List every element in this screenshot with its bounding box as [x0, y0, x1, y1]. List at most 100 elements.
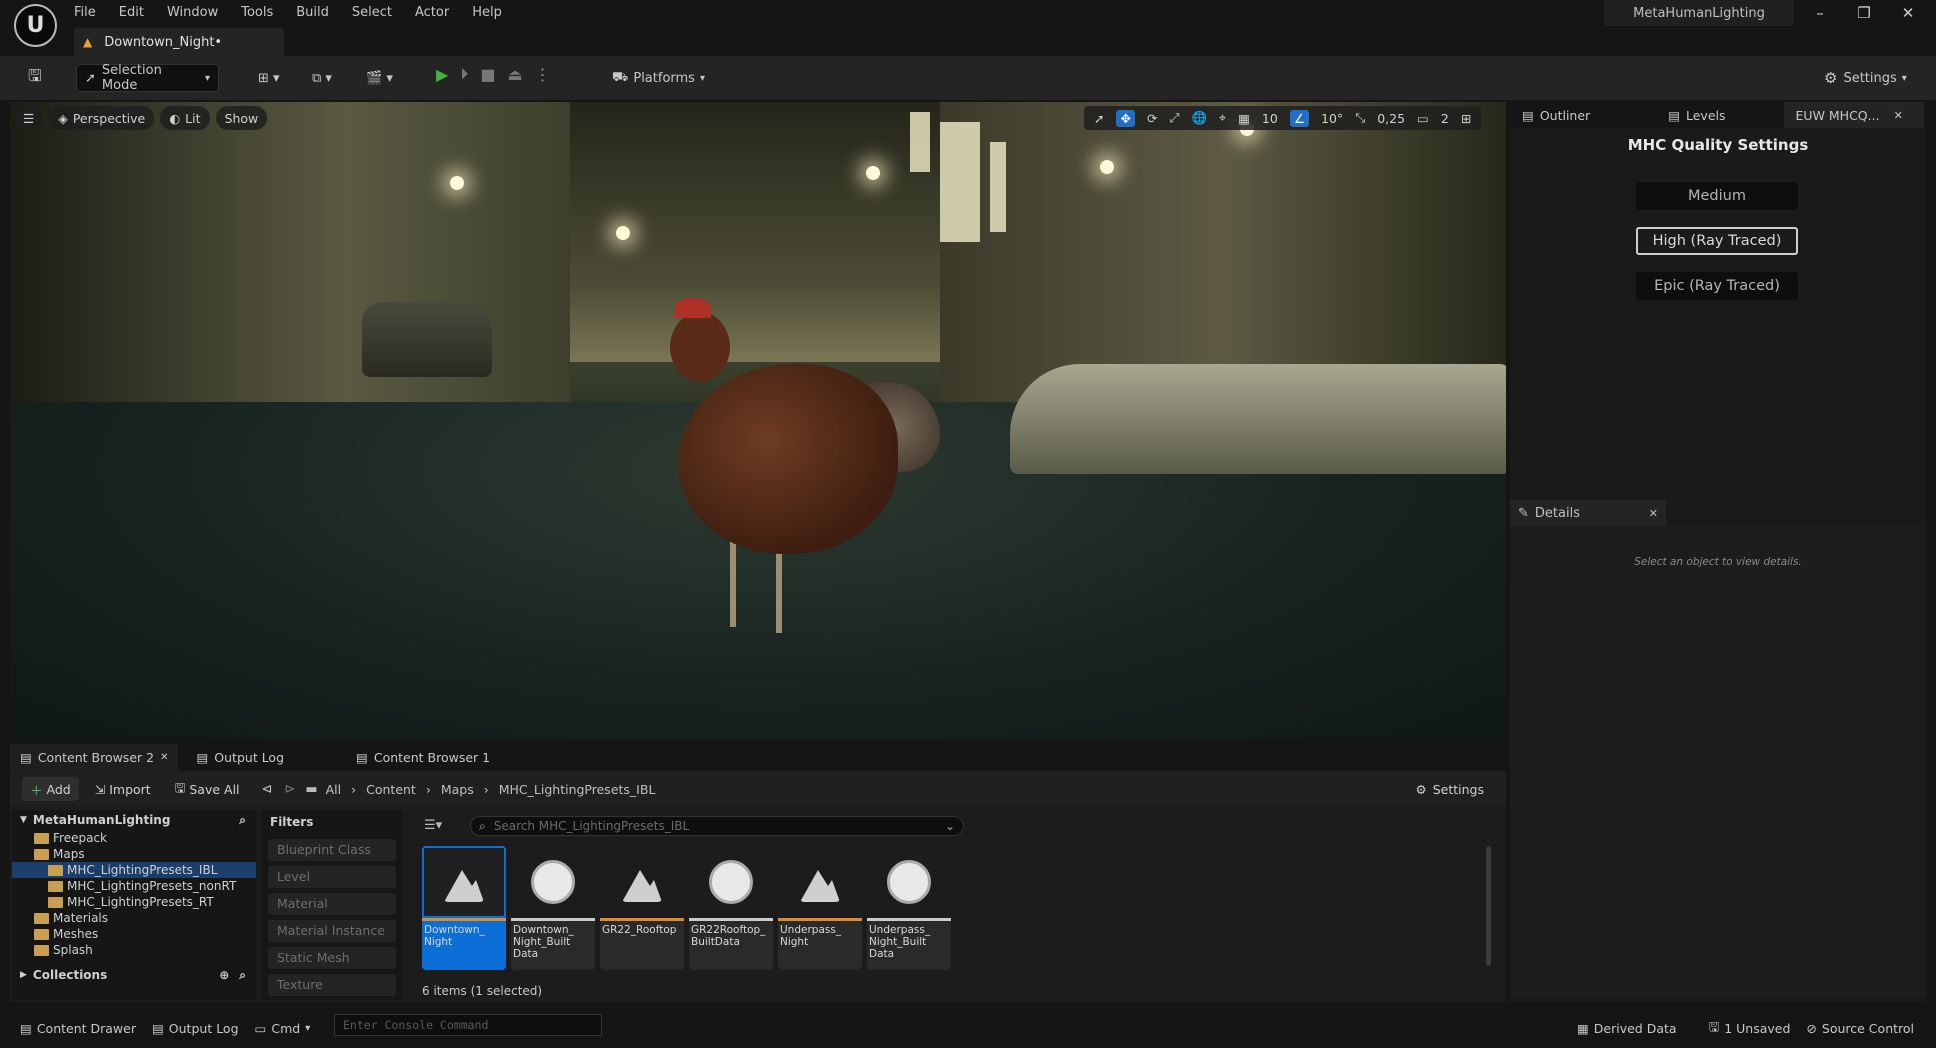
- filter-material[interactable]: Material: [268, 893, 396, 915]
- close-icon[interactable]: ✕: [160, 752, 168, 763]
- tab-outliner[interactable]: ▤ Outliner: [1510, 102, 1602, 128]
- minimize-icon[interactable]: –: [1798, 4, 1842, 22]
- blueprint-icon[interactable]: ⧉ ▾: [304, 64, 340, 92]
- settings-button[interactable]: ⚙ Settings ▾: [1816, 64, 1915, 92]
- filter-static-mesh[interactable]: Static Mesh: [268, 947, 396, 969]
- content-drawer-button[interactable]: ▤ Content Drawer: [12, 1016, 144, 1040]
- breadcrumb-content[interactable]: Content: [366, 782, 416, 797]
- derived-data-button[interactable]: ▦ Derived Data: [1569, 1016, 1685, 1040]
- viewport-menu-icon[interactable]: ☰: [14, 106, 44, 130]
- stop-icon[interactable]: ■: [480, 65, 495, 84]
- breadcrumb-ibl[interactable]: MHC_LightingPresets_IBL: [499, 782, 656, 797]
- menu-window[interactable]: Window: [167, 5, 218, 20]
- import-button[interactable]: ⇲ Import: [87, 777, 159, 801]
- selection-mode-dropdown[interactable]: ➚ Selection Mode ▾: [76, 63, 219, 93]
- more-options-icon[interactable]: ⋮: [535, 65, 551, 84]
- quality-high-button[interactable]: High (Ray Traced): [1636, 227, 1798, 255]
- menu-edit[interactable]: Edit: [119, 5, 144, 20]
- breadcrumb-all[interactable]: All: [326, 782, 342, 797]
- tree-item[interactable]: Meshes: [12, 926, 256, 942]
- save-icon[interactable]: 🖫: [20, 64, 50, 92]
- asset-search-input[interactable]: ⌕ Search MHC_LightingPresets_IBL ⌄: [470, 816, 964, 836]
- tab-content-browser-2[interactable]: ▤ Content Browser 2 ✕: [10, 744, 179, 770]
- menu-select[interactable]: Select: [352, 5, 392, 20]
- source-control-button[interactable]: ⊘ Source Control: [1798, 1016, 1922, 1040]
- back-icon[interactable]: ⊲: [262, 782, 273, 797]
- scale-snap-icon[interactable]: ⤡: [1355, 110, 1365, 126]
- rotate-tool-icon[interactable]: ⟳: [1147, 111, 1157, 126]
- quality-epic-button[interactable]: Epic (Ray Traced): [1636, 272, 1798, 300]
- perspective-button[interactable]: ◈ Perspective: [49, 106, 155, 130]
- grid-snap-icon[interactable]: ▦: [1238, 111, 1250, 126]
- menu-file[interactable]: File: [74, 5, 96, 20]
- surface-snap-icon[interactable]: ⌖: [1219, 110, 1226, 126]
- asset-tile[interactable]: Underpass_ Night: [778, 846, 862, 970]
- asset-tile[interactable]: Underpass_ Night_Built Data: [867, 846, 951, 970]
- asset-tile[interactable]: Downtown_ Night_Built Data: [511, 846, 595, 970]
- menu-build[interactable]: Build: [296, 5, 329, 20]
- level-viewport[interactable]: [10, 102, 1506, 740]
- grid-snap-value[interactable]: 10: [1262, 111, 1278, 126]
- viewport-layout-icon[interactable]: ⊞: [1461, 111, 1471, 126]
- platforms-button[interactable]: ⛟ Platforms ▾: [604, 64, 713, 92]
- cmd-dropdown[interactable]: ▭ Cmd ▾: [247, 1016, 319, 1040]
- menu-actor[interactable]: Actor: [415, 5, 449, 20]
- tree-item[interactable]: Materials: [12, 910, 256, 926]
- world-space-icon[interactable]: 🌐: [1191, 110, 1207, 126]
- level-tab[interactable]: ▲ Downtown_Night•: [74, 28, 284, 56]
- asset-scrollbar[interactable]: [1486, 846, 1491, 966]
- camera-speed-value[interactable]: 2: [1441, 111, 1449, 126]
- unsaved-button[interactable]: 🖫 1 Unsaved: [1701, 1016, 1799, 1040]
- add-button[interactable]: ＋ Add: [22, 777, 79, 801]
- tree-item[interactable]: MHC_LightingPresets_IBL: [12, 862, 256, 878]
- save-all-button[interactable]: 🖫 Save All: [167, 777, 248, 801]
- show-button[interactable]: Show: [215, 106, 268, 130]
- step-icon[interactable]: ⏵: [460, 64, 468, 84]
- add-actor-icon[interactable]: ⊞ ▾: [250, 64, 288, 92]
- unreal-logo-icon[interactable]: U: [14, 4, 57, 47]
- close-icon[interactable]: ✕: [1649, 507, 1658, 520]
- collections-header[interactable]: ▶ Collections ⊕ ⌕: [12, 964, 256, 986]
- chevron-down-icon[interactable]: ⌄: [945, 819, 955, 833]
- restore-icon[interactable]: ❐: [1842, 4, 1886, 22]
- scale-snap-value[interactable]: 0,25: [1377, 111, 1405, 126]
- add-collection-icon[interactable]: ⊕: [219, 968, 229, 982]
- cinematics-icon[interactable]: 🎬 ▾: [358, 64, 401, 92]
- camera-speed-icon[interactable]: ▭: [1417, 111, 1429, 126]
- filter-level[interactable]: Level: [268, 866, 396, 888]
- translate-tool-icon[interactable]: ✥: [1116, 109, 1135, 127]
- menu-help[interactable]: Help: [472, 5, 502, 20]
- tree-item[interactable]: Maps: [12, 846, 256, 862]
- asset-tile[interactable]: Downtown_ Night: [422, 846, 506, 970]
- quality-medium-button[interactable]: Medium: [1636, 182, 1798, 210]
- filter-texture[interactable]: Texture: [268, 974, 396, 996]
- tree-item[interactable]: MHC_LightingPresets_nonRT: [12, 878, 256, 894]
- asset-tile[interactable]: GR22_Rooftop: [600, 846, 684, 970]
- close-icon[interactable]: ✕: [1886, 4, 1930, 22]
- cb-settings-button[interactable]: ⚙ Settings: [1408, 777, 1493, 801]
- tree-item[interactable]: Freepack: [12, 830, 256, 846]
- search-icon[interactable]: ⌕: [239, 813, 246, 828]
- play-icon[interactable]: ▶: [436, 65, 448, 84]
- tree-item[interactable]: MHC_LightingPresets_RT: [12, 894, 256, 910]
- tab-content-browser-1[interactable]: ▤ Content Browser 1: [346, 744, 500, 770]
- filter-icon[interactable]: ☰▾: [424, 818, 442, 833]
- tab-output-log[interactable]: ▤ Output Log: [186, 744, 294, 770]
- filter-blueprint-class[interactable]: Blueprint Class: [268, 839, 396, 861]
- rotation-snap-icon[interactable]: ∠: [1289, 109, 1310, 127]
- scale-tool-icon[interactable]: ⤢: [1169, 110, 1179, 126]
- tree-item[interactable]: Splash: [12, 942, 256, 958]
- eject-icon[interactable]: ⏏: [507, 65, 522, 84]
- menu-tools[interactable]: Tools: [241, 5, 273, 20]
- tab-euw-mhcq[interactable]: EUW MHCQ... ✕: [1783, 102, 1924, 128]
- breadcrumb-maps[interactable]: Maps: [441, 782, 474, 797]
- lit-button[interactable]: ◐ Lit: [160, 106, 210, 130]
- forward-icon[interactable]: ⊳: [284, 782, 295, 797]
- console-input[interactable]: Enter Console Command: [334, 1014, 602, 1036]
- tab-levels[interactable]: ▤ Levels: [1656, 102, 1737, 128]
- close-icon[interactable]: ✕: [1894, 109, 1903, 122]
- search-icon[interactable]: ⌕: [239, 968, 246, 983]
- asset-tile[interactable]: GR22Rooftop_ BuiltData: [689, 846, 773, 970]
- tree-root[interactable]: ▼ MetaHumanLighting ⌕: [12, 810, 256, 830]
- rotation-snap-value[interactable]: 10°: [1321, 111, 1343, 126]
